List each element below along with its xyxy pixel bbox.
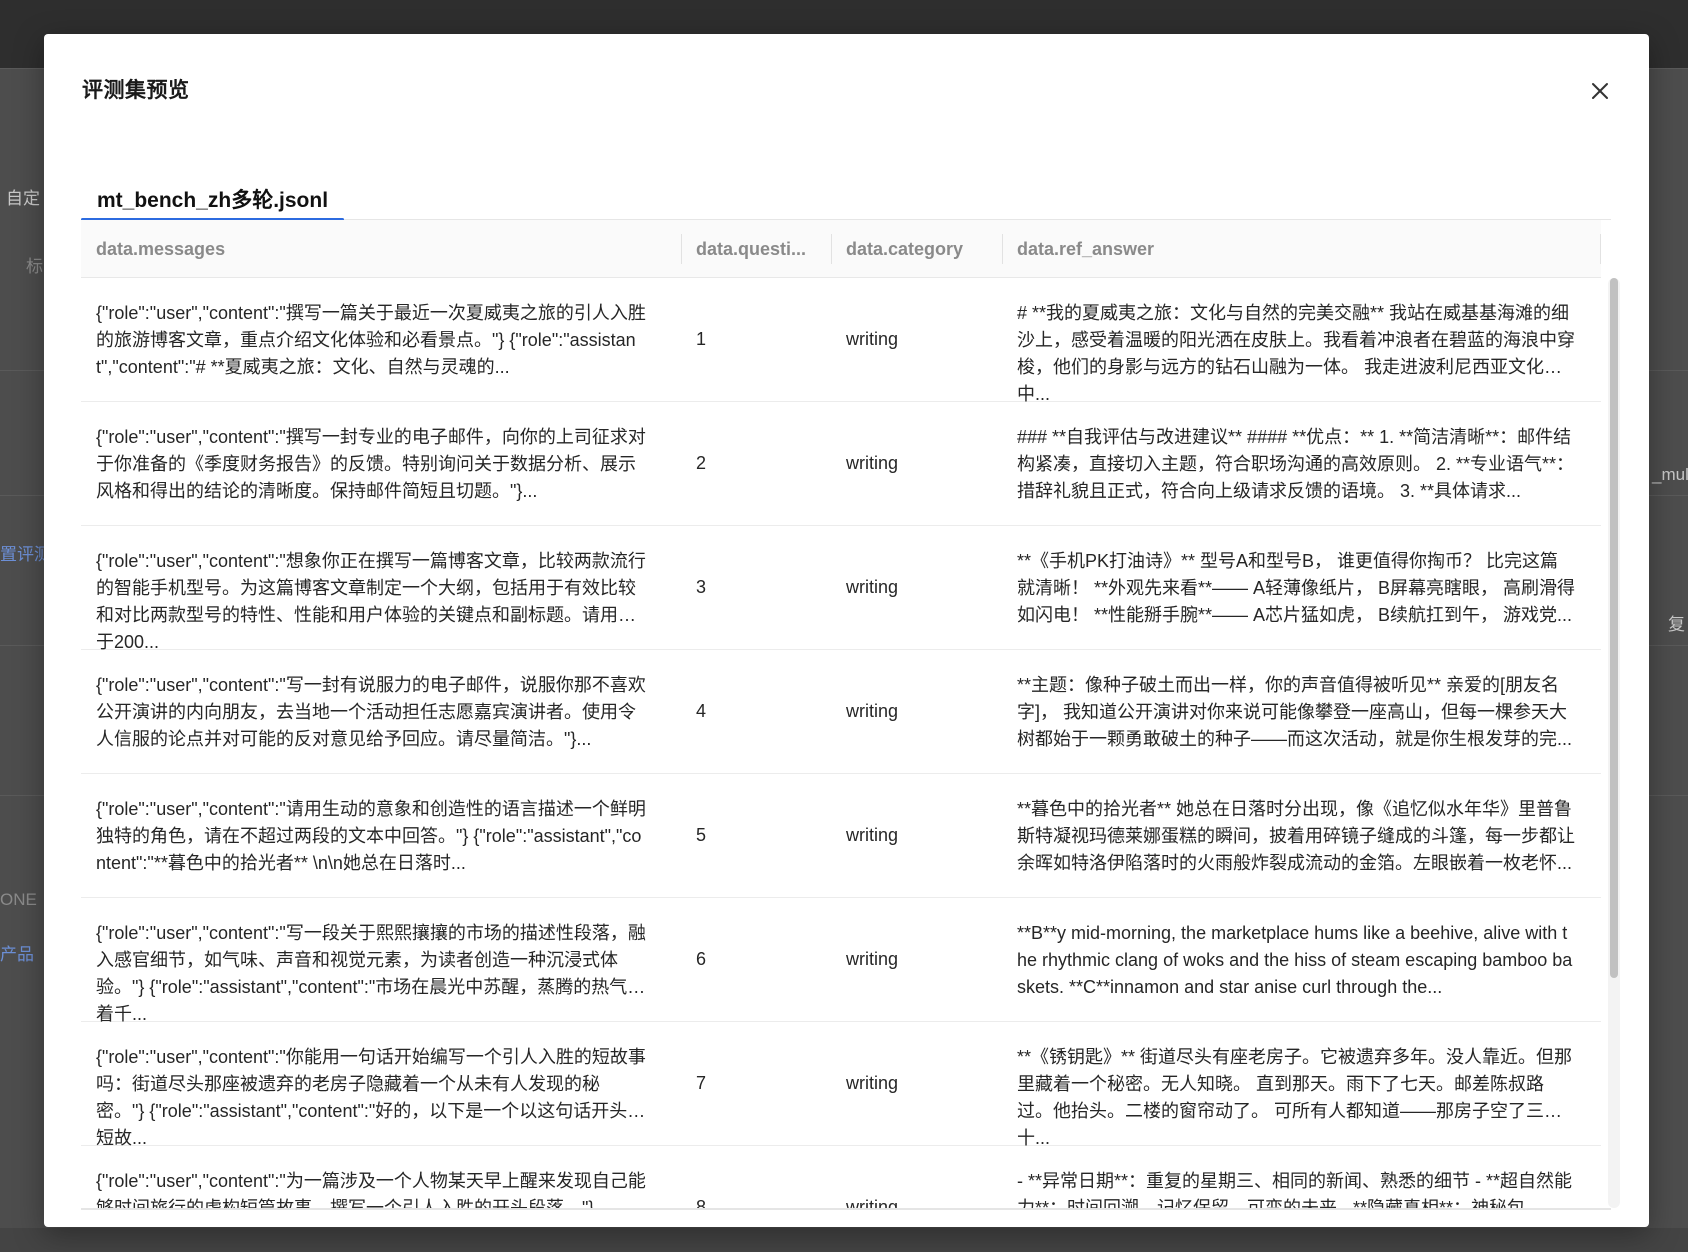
cell-question: 1 xyxy=(696,329,707,349)
backdrop-text: ONE xyxy=(0,890,37,909)
column-resizer[interactable] xyxy=(1600,234,1601,264)
cell-category: writing xyxy=(846,1197,899,1210)
cell-ref-answer: **B**y mid-morning, the marketplace hums… xyxy=(1017,923,1573,997)
dataset-preview-modal: 评测集预览 mt_bench_zh多轮.jsonl data.messages … xyxy=(44,34,1649,1227)
cell-ref-answer: **《锈钥匙》** 街道尽头有座老房子。它被遗弃多年。没人靠近。但那里藏着一个秘… xyxy=(1017,1047,1573,1147)
table-header: data.messages data.questi... data.catego… xyxy=(81,220,1601,278)
cell-messages: {"role":"user","content":"撰写一篇关于最近一次夏威夷之… xyxy=(96,303,646,377)
cell-ref-answer: **暮色中的拾光者** 她总在日落时分出现，像《追忆似水年华》里普鲁斯特凝视玛德… xyxy=(1017,799,1575,873)
cell-messages: {"role":"user","content":"请用生动的意象和创造性的语言… xyxy=(96,799,646,873)
preview-table: data.messages data.questi... data.catego… xyxy=(81,220,1649,1210)
table-scrollbar-thumb[interactable] xyxy=(1610,278,1618,978)
cell-ref-answer: ### **自我评估与改进建议** #### **优点：** 1. **简洁清晰… xyxy=(1017,427,1575,501)
column-header-question[interactable]: data.questi... xyxy=(681,220,831,278)
table-row[interactable]: {"role":"user","content":"写一段关于熙熙攘攘的市场的描… xyxy=(81,898,1601,1023)
cell-question: 6 xyxy=(696,949,707,969)
cell-category: writing xyxy=(846,577,899,597)
cell-ref-answer: - **异常日期**：重复的星期三、相同的新闻、熟悉的细节 - **超自然能力*… xyxy=(1017,1171,1573,1210)
cell-question: 5 xyxy=(696,825,707,845)
table-row[interactable]: {"role":"user","content":"你能用一句话开始编写一个引人… xyxy=(81,1022,1601,1147)
cell-messages: {"role":"user","content":"为一篇涉及一个人物某天早上醒… xyxy=(96,1171,646,1210)
cell-messages: {"role":"user","content":"写一段关于熙熙攘攘的市场的描… xyxy=(96,923,646,1023)
table-row[interactable]: {"role":"user","content":"撰写一封专业的电子邮件，向你… xyxy=(81,402,1601,526)
cell-messages: {"role":"user","content":"你能用一句话开始编写一个引人… xyxy=(96,1047,646,1147)
backdrop-text: 自定 xyxy=(6,189,40,208)
cell-category: writing xyxy=(846,1073,899,1093)
cell-question: 4 xyxy=(696,701,707,721)
cell-category: writing xyxy=(846,453,899,473)
cell-category: writing xyxy=(846,949,899,969)
cell-ref-answer: **主题：像种子破土而出一样，你的声音值得被听见** 亲爱的[朋友名字]， 我知… xyxy=(1017,675,1572,749)
cell-category: writing xyxy=(846,701,899,721)
cell-messages: {"role":"user","content":"想象你正在撰写一篇博客文章，… xyxy=(96,551,646,651)
backdrop-text: _mul xyxy=(1652,465,1688,484)
tab-file[interactable]: mt_bench_zh多轮.jsonl xyxy=(81,174,345,221)
table-row[interactable]: {"role":"user","content":"想象你正在撰写一篇博客文章，… xyxy=(81,526,1601,651)
backdrop-text: 标 xyxy=(26,257,43,276)
table-row[interactable]: {"role":"user","content":"请用生动的意象和创造性的语言… xyxy=(81,774,1601,898)
table-row[interactable]: {"role":"user","content":"为一篇涉及一个人物某天早上醒… xyxy=(81,1146,1601,1210)
column-header-category[interactable]: data.category xyxy=(831,220,1002,278)
cell-question: 7 xyxy=(696,1073,707,1093)
tab-label: mt_bench_zh多轮.jsonl xyxy=(97,189,329,212)
cell-messages: {"role":"user","content":"撰写一封专业的电子邮件，向你… xyxy=(96,427,646,501)
file-tabs: mt_bench_zh多轮.jsonl xyxy=(81,174,1611,221)
column-header-ref-answer[interactable]: data.ref_answer xyxy=(1002,220,1591,278)
close-button[interactable] xyxy=(1587,78,1613,104)
column-header-messages[interactable]: data.messages xyxy=(81,220,661,278)
cell-ref-answer: # **我的夏威夷之旅：文化与自然的完美交融** 我站在威基基海滩的细沙上，感受… xyxy=(1017,303,1575,403)
table-row[interactable]: {"role":"user","content":"写一封有说服力的电子邮件，说… xyxy=(81,650,1601,774)
cell-category: writing xyxy=(846,329,899,349)
cell-question: 3 xyxy=(696,577,707,597)
cell-question: 8 xyxy=(696,1197,707,1210)
backdrop-text: 复 xyxy=(1668,615,1685,634)
table-row[interactable]: {"role":"user","content":"撰写一篇关于最近一次夏威夷之… xyxy=(81,278,1601,403)
backdrop-text: 产品 xyxy=(0,945,34,964)
cell-category: writing xyxy=(846,825,899,845)
table-body: {"role":"user","content":"撰写一篇关于最近一次夏威夷之… xyxy=(81,278,1601,1210)
cell-messages: {"role":"user","content":"写一封有说服力的电子邮件，说… xyxy=(96,675,646,749)
table-bottom-border xyxy=(81,1208,1611,1210)
backdrop-bottom xyxy=(0,1228,1688,1252)
cell-question: 2 xyxy=(696,453,707,473)
modal-title: 评测集预览 xyxy=(82,79,190,102)
close-icon xyxy=(1592,83,1608,99)
cell-ref-answer: **《手机PK打油诗》** 型号A和型号B， 谁更值得你掏币？ 比完这篇就清晰！… xyxy=(1017,551,1576,625)
